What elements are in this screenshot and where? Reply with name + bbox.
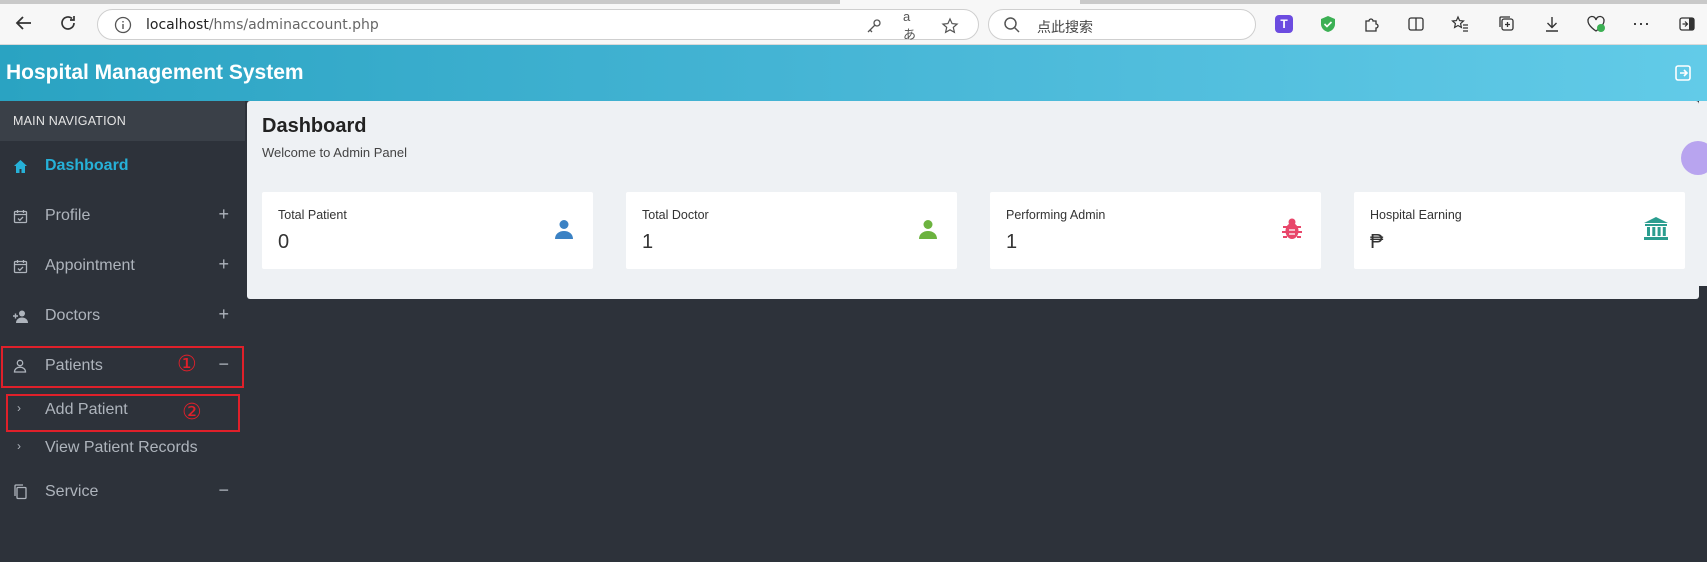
stat-label: Total Patient [278,208,347,222]
expand-toggle[interactable]: + [218,254,229,275]
star-icon[interactable] [940,16,960,36]
puzzle-icon[interactable] [1361,13,1383,35]
floating-assistant-button[interactable] [1681,141,1707,175]
url-host: localhost [146,17,209,33]
page-title: Dashboard [262,115,367,137]
sidebar: MAIN NAVIGATION Dashboard Profile + Appo… [0,101,245,562]
sidebar-item-appointment[interactable]: Appointment + [0,246,245,286]
reload-button[interactable] [55,10,81,36]
app-title: Hospital Management System [6,61,304,84]
address-bar[interactable]: localhost/hms/adminaccount.php aあ [97,9,979,42]
reload-icon [61,16,75,30]
logout-icon[interactable] [1673,63,1693,83]
browser-toolbar: localhost/hms/adminaccount.php aあ 点此搜索 T… [0,0,1707,45]
tab-strip [0,0,840,4]
stat-label: Performing Admin [1006,208,1106,222]
split-screen-icon[interactable] [1405,13,1427,35]
extension-t-icon[interactable]: T [1273,13,1295,35]
app-header: Hospital Management System [0,45,1707,101]
info-icon[interactable] [114,16,132,34]
arrow-left-icon [15,16,31,30]
calendar-check-icon [11,207,29,225]
stat-value: 1 [642,231,654,253]
stat-label: Total Doctor [642,208,709,222]
sidebar-item-service[interactable]: Service − [0,472,245,512]
sidebar-subitem-label: View Patient Records [45,439,198,456]
translate-icon[interactable]: aあ [903,9,923,42]
sidebar-item-profile[interactable]: Profile + [0,196,245,236]
stat-value: 1 [1006,231,1018,253]
tab-strip [1080,0,1707,4]
chevron-right-icon: › [17,439,21,453]
user-icon [551,216,577,242]
shield-icon[interactable] [1317,13,1339,35]
user-icon [915,216,941,242]
sidebar-item-doctors[interactable]: Doctors + [0,296,245,336]
sidebar-item-label: Doctors [45,307,101,324]
stat-card-total-doctor[interactable]: Total Doctor 1 [626,192,957,269]
expand-toggle[interactable]: + [218,204,229,225]
page-edge [1699,101,1707,286]
sidebar-item-label: Dashboard [45,157,129,174]
user-plus-icon [11,307,29,325]
sidebar-item-label: Profile [45,207,91,224]
health-icon[interactable] [1585,13,1607,35]
sidebar-item-label: Appointment [45,257,135,274]
stat-card-hospital-earning[interactable]: Hospital Earning ₱ [1354,192,1685,269]
page-subtitle: Welcome to Admin Panel [262,145,407,160]
stat-value: 0 [278,231,290,253]
annotation-box-add-patient [6,394,240,432]
stat-value: ₱ [1370,231,1384,253]
stat-label: Hospital Earning [1370,208,1462,222]
annotation-marker-2: ② [182,400,202,425]
home-icon [11,157,29,175]
expand-toggle[interactable]: + [218,304,229,325]
sidebar-subitem-view-patient-records[interactable]: › View Patient Records [0,433,245,463]
sidebar-item-dashboard[interactable]: Dashboard [0,146,245,186]
calendar-check-icon [11,257,29,275]
back-button[interactable] [11,10,37,36]
url-text[interactable]: localhost/hms/adminaccount.php [146,17,379,33]
copy-icon [11,483,29,501]
more-icon[interactable]: ⋯ [1630,13,1652,35]
stat-card-total-patient[interactable]: Total Patient 0 [262,192,593,269]
sidebar-toggle-icon[interactable] [1676,13,1698,35]
dashboard-panel: Dashboard Welcome to Admin Panel Total P… [247,101,1699,299]
url-path: /hms/adminaccount.php [208,17,379,33]
sidebar-item-label: Service [45,483,99,500]
key-icon[interactable] [864,16,884,36]
search-placeholder: 点此搜索 [1037,20,1093,36]
search-icon [1004,17,1020,33]
nav-section-title: MAIN NAVIGATION [0,101,245,141]
download-icon[interactable] [1541,13,1563,35]
favorites-icon[interactable] [1449,13,1471,35]
collapse-toggle[interactable]: − [218,480,229,501]
stat-card-performing-admin[interactable]: Performing Admin 1 [990,192,1321,269]
annotation-marker-1: ① [177,352,197,377]
browser-search-box[interactable]: 点此搜索 [988,9,1256,40]
annotation-box-patients [1,346,244,388]
bank-icon [1643,216,1669,242]
collections-icon[interactable] [1496,13,1518,35]
bug-icon [1279,216,1305,242]
